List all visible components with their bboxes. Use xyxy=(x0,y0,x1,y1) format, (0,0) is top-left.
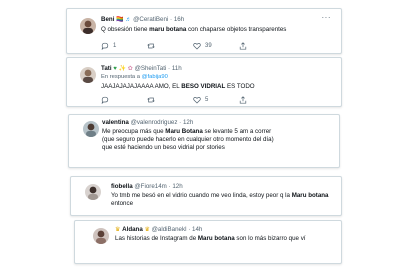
avatar[interactable] xyxy=(83,121,99,137)
rainbow-flag-icon: 🏳️‍🌈 xyxy=(116,17,124,23)
retweet-button[interactable] xyxy=(147,96,193,104)
reply-button[interactable]: 1 xyxy=(101,42,147,50)
avatar[interactable] xyxy=(85,184,101,200)
like-button[interactable]: 39 xyxy=(193,42,239,50)
like-count: 39 xyxy=(205,43,212,49)
user-handle[interactable]: @Fiore14m xyxy=(134,183,166,190)
timestamp[interactable]: 11h xyxy=(172,65,182,72)
more-icon[interactable]: ··· xyxy=(322,13,332,22)
tweet-text: Yo tmb me besó en el vidrio cuando me ve… xyxy=(111,192,329,207)
tweet-card-5[interactable]: ♛ Aldana ♛ @aldiBanekl · 14h Las histori… xyxy=(74,220,342,264)
tweet-text: Q obsesión tiene maru botana con chapars… xyxy=(101,26,287,33)
retweet-icon xyxy=(147,43,155,49)
crown-icon: ♛ xyxy=(144,227,150,233)
like-button[interactable]: 5 xyxy=(193,96,239,104)
tweet-text: JAAJAJAJAJAAAA AMO, EL BESO VIDRIAL ES T… xyxy=(101,83,255,90)
display-name[interactable]: Beni xyxy=(101,16,114,23)
separator: · xyxy=(170,16,173,23)
sparkles-icon: ✨ xyxy=(118,66,127,72)
flower-icon: ✿ xyxy=(127,66,133,72)
like-icon xyxy=(193,43,201,50)
reply-handle[interactable]: @fabija90 xyxy=(142,74,168,80)
avatar[interactable] xyxy=(80,18,96,34)
tweet-card-2[interactable]: Tati ♥ ✨ ✿ @SheinTati · 11h En respuesta… xyxy=(66,57,342,107)
tweet-card-4[interactable]: fiobella @Fiore14m · 12h Yo tmb me besó … xyxy=(70,176,342,216)
display-name[interactable]: Tati xyxy=(101,65,112,72)
share-button[interactable] xyxy=(239,96,285,104)
share-icon xyxy=(239,96,247,104)
music-note-icon: ♬ xyxy=(125,17,132,23)
timestamp[interactable]: 16h xyxy=(174,16,184,23)
display-name[interactable]: Aldana xyxy=(122,226,143,233)
user-handle[interactable]: @valenrodriguez xyxy=(131,119,178,126)
tweet-card-3[interactable]: valentina @valenrodriguez · 12h Me preoc… xyxy=(68,114,340,168)
like-icon xyxy=(193,97,201,104)
timestamp[interactable]: 12h xyxy=(183,119,193,126)
separator: · xyxy=(188,226,191,233)
reply-icon xyxy=(101,42,109,50)
reply-button[interactable] xyxy=(101,96,147,104)
share-button[interactable] xyxy=(239,42,285,50)
retweet-icon xyxy=(147,97,155,103)
reply-label: En respuesta a xyxy=(101,74,140,80)
reply-count: 1 xyxy=(113,43,117,49)
avatar[interactable] xyxy=(93,228,109,244)
separator: · xyxy=(179,119,182,126)
reply-context: En respuesta a @fabija90 xyxy=(101,74,168,80)
timestamp[interactable]: 14h xyxy=(192,226,202,233)
avatar[interactable] xyxy=(80,67,96,83)
separator: · xyxy=(168,65,171,72)
tweet-text: Las historias de Instagram de Maru botan… xyxy=(115,235,306,242)
retweet-button[interactable] xyxy=(147,42,193,50)
display-name[interactable]: fiobella xyxy=(111,183,133,190)
user-handle[interactable]: @SheinTati xyxy=(135,65,167,72)
display-name[interactable]: valentina xyxy=(102,119,129,126)
tweet-card-1[interactable]: Beni 🏳️‍🌈 ♬ @CeratiBeni · 16h ··· Q obse… xyxy=(66,8,342,54)
separator: · xyxy=(168,183,171,190)
reply-icon xyxy=(101,96,109,104)
timestamp[interactable]: 12h xyxy=(172,183,182,190)
green-heart-icon: ♥ xyxy=(113,66,117,72)
like-count: 5 xyxy=(205,97,209,103)
user-handle[interactable]: @aldiBanekl xyxy=(152,226,187,233)
crown-icon: ♛ xyxy=(115,227,121,233)
share-icon xyxy=(239,42,247,50)
tweet-text: Me preocupa más que Maru Botana se levan… xyxy=(102,128,274,151)
user-handle[interactable]: @CeratiBeni xyxy=(133,16,168,23)
